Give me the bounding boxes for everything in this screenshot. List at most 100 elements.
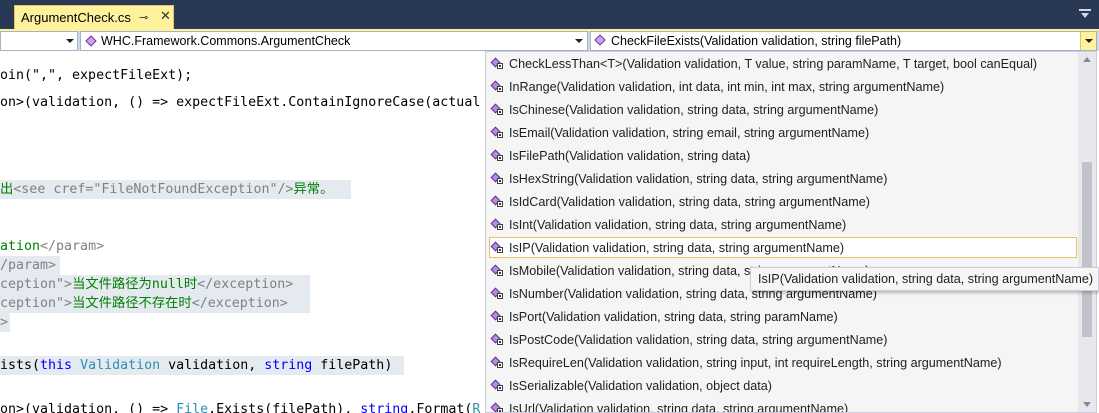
completion-item-inner: IsEmail(Validation validation, string em… xyxy=(489,122,1077,143)
class-combo[interactable]: WHC.Framework.Commons.ArgumentCheck xyxy=(80,31,588,51)
document-tab-strip: ArgumentCheck.cs ⊸ ✕ xyxy=(0,0,1099,29)
code-token: string xyxy=(360,402,409,413)
pin-icon[interactable]: ⊸ xyxy=(139,11,148,24)
code-token: on>(validation, () => expectFileExt.Cont… xyxy=(0,95,481,110)
code-token: ation xyxy=(0,239,41,254)
completion-item[interactable]: IsIdCard(Validation validation, string d… xyxy=(486,190,1078,213)
code-token: R xyxy=(472,402,481,413)
completion-item-label: IsSerializable(Validation validation, ob… xyxy=(509,378,772,393)
code-token: .Format( xyxy=(408,402,473,413)
code-line: /param> xyxy=(0,256,60,275)
completion-list[interactable]: CheckLessThan<T>(Validation validation, … xyxy=(485,51,1097,413)
extension-method-icon xyxy=(490,218,505,232)
completion-item-label: IsIP(Validation validation, string data,… xyxy=(509,240,845,255)
completion-item-label: IsFilePath(Validation validation, string… xyxy=(509,148,751,163)
completion-item-label: IsUrl(Validation validation, string data… xyxy=(509,401,849,413)
completion-item-inner: IsIP(Validation validation, string data,… xyxy=(489,237,1077,258)
completion-item-label: IsPostCode(Validation validation, string… xyxy=(509,332,888,347)
completion-item-label: InRange(Validation validation, int data,… xyxy=(509,79,945,94)
scroll-down-icon[interactable] xyxy=(1078,396,1096,412)
scroll-up-icon[interactable] xyxy=(1078,52,1096,68)
completion-item-label: IsIdCard(Validation validation, string d… xyxy=(509,194,870,209)
completion-item-inner: IsHexString(Validation validation, strin… xyxy=(489,168,1077,189)
extension-method-icon xyxy=(490,172,505,186)
extension-method-icon xyxy=(490,310,505,324)
extension-method-icon xyxy=(490,333,505,347)
extension-method-icon xyxy=(490,126,505,140)
extension-method-icon xyxy=(490,356,505,370)
code-line: ation</param> xyxy=(0,237,104,256)
completion-scrollbar[interactable] xyxy=(1078,52,1096,412)
extension-method-icon xyxy=(490,402,505,412)
completion-item-label: IsChinese(Validation validation, string … xyxy=(509,102,879,117)
code-token: on>(validation, () => xyxy=(0,402,177,413)
close-icon[interactable]: ✕ xyxy=(160,9,171,24)
project-combo-arrow-icon[interactable] xyxy=(62,32,78,50)
completion-item-label: IsInt(Validation validation, string data… xyxy=(509,217,847,232)
class-icon xyxy=(84,34,98,48)
completion-item-inner: IsPostCode(Validation validation, string… xyxy=(489,329,1077,350)
class-combo-arrow-icon[interactable] xyxy=(571,32,587,50)
completion-item-label: IsPort(Validation validation, string dat… xyxy=(509,309,838,324)
completion-item-label: IsRequireLen(Validation validation, stri… xyxy=(509,355,1002,370)
code-token: this xyxy=(40,358,73,373)
tab-argumentcheck-cs[interactable]: ArgumentCheck.cs ⊸ ✕ xyxy=(14,5,174,29)
completion-item-inner: InRange(Validation validation, int data,… xyxy=(489,76,1077,97)
member-combo[interactable]: CheckFileExists(Validation validation, s… xyxy=(590,31,1097,51)
tab-title: ArgumentCheck.cs xyxy=(21,10,131,25)
completion-item[interactable]: IsPort(Validation validation, string dat… xyxy=(486,305,1078,328)
completion-item-inner: IsFilePath(Validation validation, string… xyxy=(489,145,1077,166)
navigation-bar: WHC.Framework.Commons.ArgumentCheck Chec… xyxy=(0,31,1099,51)
code-token: .Exists(filePath), xyxy=(208,402,361,413)
completion-item[interactable]: IsFilePath(Validation validation, string… xyxy=(486,144,1078,167)
completion-item[interactable]: IsInt(Validation validation, string data… xyxy=(486,213,1078,236)
signature-tooltip: IsIP(Validation validation, string data,… xyxy=(750,267,1099,291)
code-line: ception">当文件路径为null时</exception> xyxy=(0,275,310,294)
code-token: Validation xyxy=(80,358,161,373)
project-combo[interactable] xyxy=(0,31,78,51)
extension-method-icon xyxy=(490,80,505,94)
code-line: ception">当文件路径不存在时</exception> xyxy=(0,294,310,313)
extension-method-icon xyxy=(490,241,505,255)
completion-item[interactable]: InRange(Validation validation, int data,… xyxy=(486,75,1078,98)
completion-item-inner: IsIdCard(Validation validation, string d… xyxy=(489,191,1077,212)
extension-method-icon xyxy=(490,103,505,117)
completion-item-label: IsHexString(Validation validation, strin… xyxy=(509,171,888,186)
code-token: 异常。 xyxy=(293,182,334,197)
tab-overflow-icon[interactable] xyxy=(1079,9,1091,19)
extension-method-icon xyxy=(490,149,505,163)
completion-item[interactable]: IsSerializable(Validation validation, ob… xyxy=(486,374,1078,397)
code-line: oin(",", expectFileExt); xyxy=(0,66,192,85)
code-token: ists( xyxy=(0,358,41,373)
scrollbar-thumb[interactable] xyxy=(1082,162,1092,337)
extension-method-icon xyxy=(490,287,505,301)
completion-item[interactable]: IsUrl(Validation validation, string data… xyxy=(486,397,1078,413)
code-token: File xyxy=(176,402,209,413)
code-line: ists(this Validation validation, string … xyxy=(0,356,404,375)
member-combo-arrow-icon[interactable] xyxy=(1080,32,1096,50)
completion-item[interactable]: IsChinese(Validation validation, string … xyxy=(486,98,1078,121)
code-token: </exception> xyxy=(197,277,294,292)
completion-item-inner: IsUrl(Validation validation, string data… xyxy=(489,398,1077,413)
extension-method-icon xyxy=(490,264,505,278)
completion-item-inner: IsPort(Validation validation, string dat… xyxy=(489,306,1077,327)
code-line: 出<see cref="FileNotFoundException"/>异常。 xyxy=(0,180,351,199)
completion-item-inner: IsChinese(Validation validation, string … xyxy=(489,99,1077,120)
completion-item[interactable]: IsRequireLen(Validation validation, stri… xyxy=(486,351,1078,374)
code-token: 当文件路径不存在时 xyxy=(72,296,192,311)
code-line: on>(validation, () => expectFileExt.Cont… xyxy=(0,93,480,112)
code-token: 当文件路径为null时 xyxy=(72,277,198,292)
completion-item[interactable]: IsIP(Validation validation, string data,… xyxy=(486,236,1078,259)
completion-item[interactable]: IsHexString(Validation validation, strin… xyxy=(486,167,1078,190)
code-token: </param> xyxy=(40,239,105,254)
tooltip-text: IsIP(Validation validation, string data,… xyxy=(758,272,1094,286)
completion-item[interactable]: CheckLessThan<T>(Validation validation, … xyxy=(486,52,1078,75)
completion-item[interactable]: IsEmail(Validation validation, string em… xyxy=(486,121,1078,144)
code-token: validation, xyxy=(160,358,265,373)
completion-item[interactable]: IsPostCode(Validation validation, string… xyxy=(486,328,1078,351)
code-token: > xyxy=(0,315,9,330)
code-token: oin(",", expectFileExt); xyxy=(0,68,193,83)
completion-item-inner: CheckLessThan<T>(Validation validation, … xyxy=(489,53,1077,74)
completion-item-label: IsEmail(Validation validation, string em… xyxy=(509,125,870,140)
